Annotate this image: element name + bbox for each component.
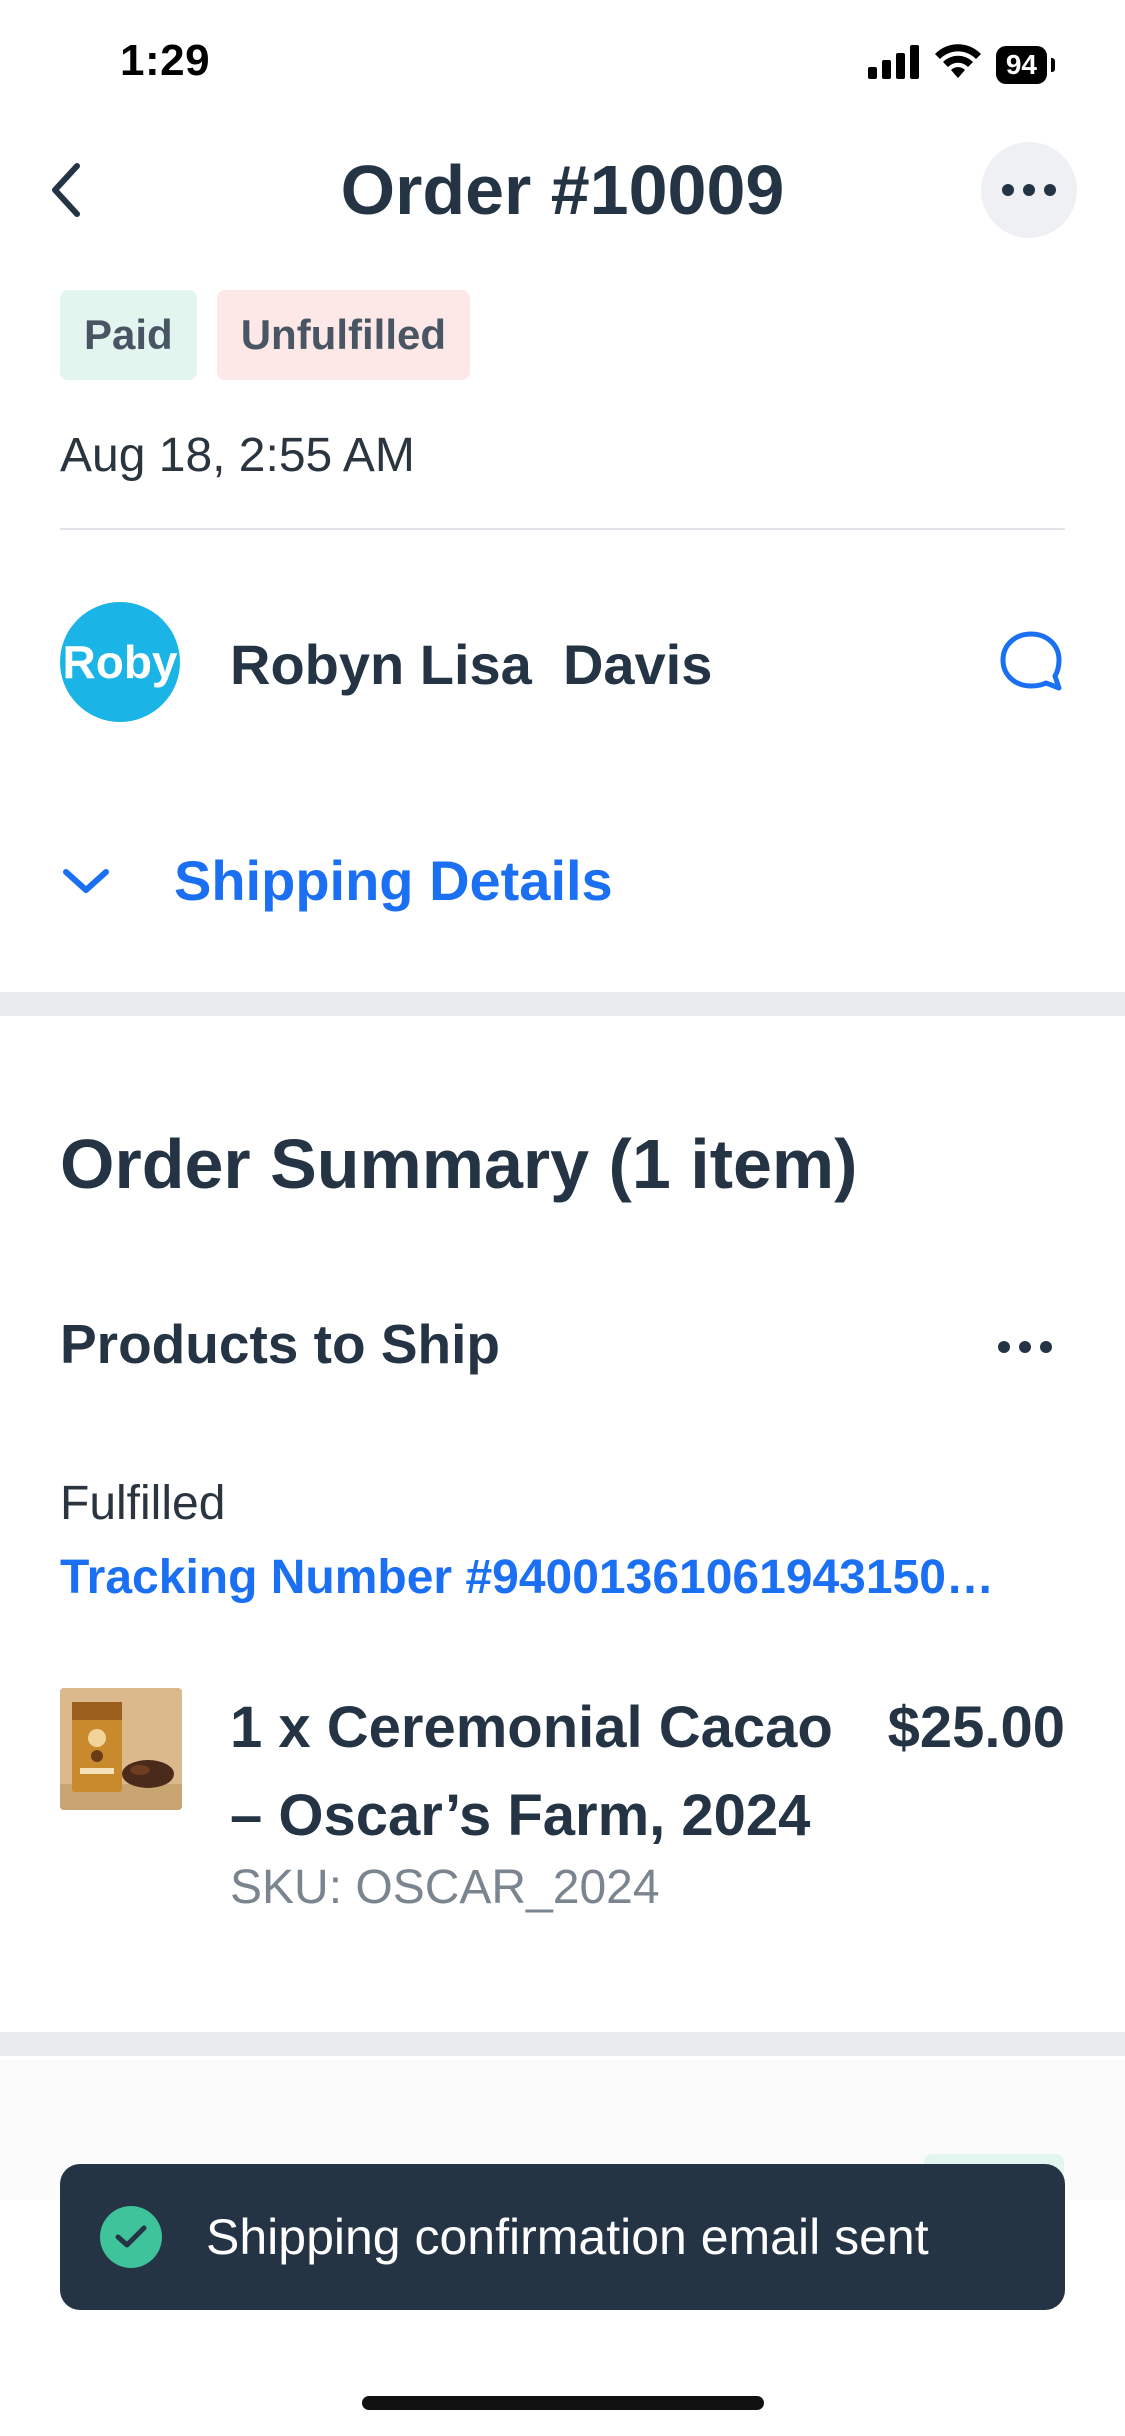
product-thumbnail [60,1688,182,1810]
customer-name: Robyn Lisa Davis [230,633,713,696]
signal-icon [867,45,920,84]
toast-notification: Shipping confirmation email sent [60,2164,1065,2310]
more-horizontal-icon [1002,184,1056,196]
more-horizontal-icon [998,1341,1052,1353]
order-date: Aug 18, 2:55 AM [60,429,415,482]
page-title: Order #10009 [340,151,785,229]
unfulfilled-badge: Unfulfilled [216,290,471,380]
section-separator [0,992,1125,1016]
paid-badge: Paid [60,290,197,380]
wifi-icon [934,44,982,85]
home-indicator[interactable] [362,2396,764,2410]
status-bar: 1:29 94 [0,0,1125,130]
section-separator [0,2032,1125,2056]
header: Order #10009 [0,130,1125,250]
product-price: $25.00 [887,1695,1065,1760]
shipping-details-label: Shipping Details [174,849,613,912]
status-icons: 94 [867,44,1055,85]
tracking-number-link[interactable]: Tracking Number #94001361061943150… [60,1550,1065,1605]
products-to-ship-title: Products to Ship [60,1313,500,1375]
avatar: Roby [60,602,180,722]
more-options-button[interactable] [981,142,1077,238]
chat-bubble-icon [1000,631,1062,691]
order-summary-title: Order Summary (1 item) [60,1125,858,1203]
check-circle-icon [100,2206,162,2268]
toast-message: Shipping confirmation email sent [206,2209,929,2265]
divider [60,528,1065,530]
fulfilled-label: Fulfilled [60,1477,226,1530]
battery-indicator: 94 [995,45,1047,84]
shipping-details-toggle[interactable]: Shipping Details [60,848,613,913]
chevron-down-icon [63,868,109,893]
status-badges: Paid Unfulfilled [60,290,471,380]
battery-tip [1051,57,1055,72]
customer-row[interactable]: Roby Robyn Lisa Davis [60,600,1065,724]
product-name: 1 x Ceremonial Cacao – Oscar’s Farm, 202… [230,1695,833,1848]
status-time: 1:29 [120,36,211,85]
list-item[interactable]: 1 x Ceremonial Cacao – Oscar’s Farm, 202… [60,1684,1065,1924]
chat-button[interactable] [997,628,1065,696]
product-sku: SKU: OSCAR_2024 [230,1861,660,1914]
products-more-button[interactable] [985,1322,1065,1372]
